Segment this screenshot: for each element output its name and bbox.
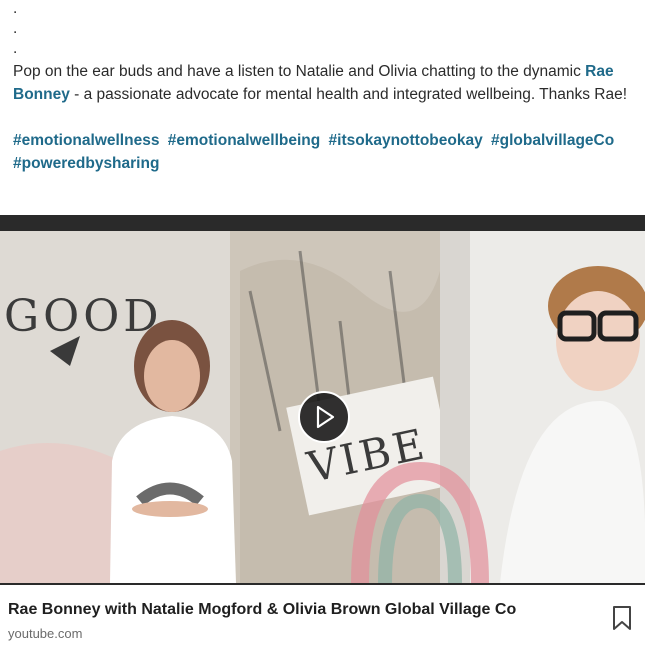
wall-text-good: GOOD [4, 291, 163, 342]
hashtag-link[interactable]: #emotionalwellbeing [168, 132, 320, 149]
play-button[interactable] [298, 391, 350, 443]
hashtag-list: #emotionalwellness #emotionalwellbeing #… [13, 129, 633, 175]
post-intro-suffix: - a passionate advocate for mental healt… [69, 86, 628, 103]
video-thumbnail[interactable]: GOOD VIBE [0, 231, 645, 583]
link-preview-card[interactable]: Rae Bonney with Natalie Mogford & Olivia… [0, 585, 645, 645]
video-title-link[interactable]: Rae Bonney with Natalie Mogford & Olivia… [8, 601, 588, 619]
post-paragraph: Pop on the ear buds and have a listen to… [13, 60, 633, 106]
hashtag-link[interactable]: #poweredbysharing [13, 155, 159, 172]
dot-line: . [13, 20, 18, 37]
source-domain: youtube.com [8, 626, 83, 641]
hashtag-link[interactable]: #globalvillageCo [491, 132, 614, 149]
bookmark-icon[interactable] [611, 605, 633, 631]
hashtag-link[interactable]: #emotionalwellness [13, 132, 159, 149]
post-body: . . . Pop on the ear buds and have a lis… [13, 0, 633, 175]
dot-line: . [13, 40, 18, 57]
play-icon [316, 405, 335, 429]
dot-line: . [13, 0, 18, 17]
post-intro-text: Pop on the ear buds and have a listen to… [13, 63, 586, 80]
video-embed[interactable]: GOOD VIBE [0, 215, 645, 585]
hashtag-link[interactable]: #itsokaynottobeokay [329, 132, 483, 149]
